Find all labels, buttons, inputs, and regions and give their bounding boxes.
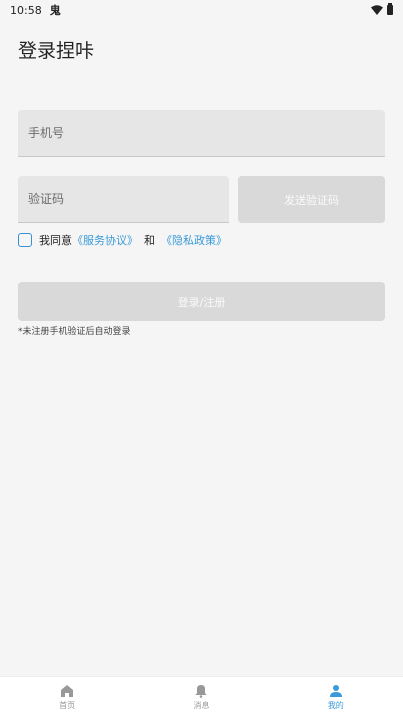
auto-register-hint: *未注册手机验证后自动登录	[18, 327, 131, 337]
home-icon	[61, 685, 74, 697]
agreement-row: 我同意 《服务协议》 和 《隐私政策》	[18, 231, 227, 249]
agreement-and: 和	[144, 234, 155, 247]
nav-label-messages: 消息	[193, 701, 210, 710]
phone-number-input[interactable]	[18, 110, 385, 157]
app-notification-icon: 鬼	[49, 4, 61, 17]
status-left: 10:58 鬼	[10, 2, 61, 18]
nav-item-home[interactable]: 首页	[0, 677, 134, 718]
send-code-button[interactable]: 发送验证码	[238, 176, 385, 223]
status-right	[371, 3, 393, 15]
nav-item-messages[interactable]: 消息	[134, 677, 268, 718]
status-time: 10:58	[10, 3, 42, 17]
nav-label-home: 首页	[59, 701, 76, 710]
login-register-button[interactable]: 登录/注册	[18, 282, 385, 321]
user-icon	[329, 685, 342, 697]
nav-item-mine[interactable]: 我的	[269, 677, 403, 718]
bottom-nav: 首页 消息 我的	[0, 676, 403, 718]
bell-icon	[195, 685, 207, 698]
agreement-checkbox[interactable]	[18, 233, 32, 247]
nav-label-mine: 我的	[327, 701, 344, 710]
status-bar: 10:58 鬼	[0, 0, 403, 20]
service-agreement-link[interactable]: 《服务协议》	[72, 232, 138, 248]
wifi-icon	[371, 5, 383, 15]
agreement-prefix: 我同意	[39, 234, 72, 247]
page-title: 登录捏咔	[18, 40, 95, 62]
battery-icon	[387, 3, 393, 15]
verification-code-input[interactable]	[18, 176, 229, 223]
privacy-policy-link[interactable]: 《隐私政策》	[161, 232, 227, 248]
